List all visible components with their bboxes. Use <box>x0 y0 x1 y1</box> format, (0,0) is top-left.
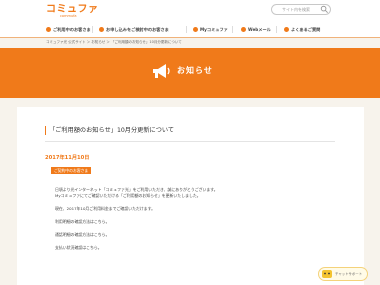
user-icon <box>46 27 51 32</box>
page-hero: お知らせ <box>0 48 380 98</box>
nav-label: Myコミュファ <box>200 27 228 32</box>
megaphone-icon <box>153 64 170 78</box>
nav-divider <box>92 26 93 33</box>
nav-label: Webメール <box>248 27 271 32</box>
divider <box>45 141 335 142</box>
search-icon[interactable] <box>320 5 329 14</box>
article-date: 2017年11月10日 <box>45 155 90 161</box>
link-usage-details[interactable]: 利用明細の確認方法はこちら。 <box>55 219 109 224</box>
article-title: 「ご利用額のお知らせ」10月分更新について <box>45 126 174 135</box>
chat-label: チャットサポート <box>335 272 363 276</box>
breadcrumb[interactable]: コミュファ光 公式サイト ＞ お知らせ ＞ 「ご利用額のお知らせ」10月分更新に… <box>46 40 182 45</box>
link-call-details[interactable]: 通話明細の確認方法はこちら。 <box>55 232 109 237</box>
body-line: 日頃より光インターネット「コミュファ光」をご利用いただき、誠にありがとうございま… <box>55 187 218 192</box>
logo-subtitle: commufa <box>60 14 77 18</box>
heart-icon <box>193 27 198 32</box>
article-panel: 「ご利用額のお知らせ」10月分更新について 2017年11月10日 ご契約中のお… <box>17 107 364 285</box>
main-nav: ご利用中のお客さま お申し込みをご検討中のお客さま Myコミュファ Webメール… <box>46 24 332 35</box>
nav-divider <box>232 26 233 33</box>
nav-divider <box>186 26 187 33</box>
mail-icon <box>241 27 246 32</box>
nav-label: ご利用中のお客さま <box>53 27 91 32</box>
chat-mascot-icon <box>322 270 332 278</box>
link-payment-status[interactable]: 支払い状況確認はこちら。 <box>55 245 102 250</box>
nav-underline <box>0 37 380 38</box>
nav-label: よくあるご質問 <box>291 27 321 32</box>
page-title: お知らせ <box>177 66 213 75</box>
question-icon <box>284 27 289 32</box>
document-icon <box>99 27 104 32</box>
body-line: Myコミュファにてご確認いただける「ご利用額のお知らせ」を更新いたしました。 <box>55 193 201 198</box>
category-badge: ご契約中のお客さま <box>51 167 92 174</box>
site-header: コミュファ commufa サイト内を検索 ご利用中のお客さま お申し込みをご検… <box>0 0 380 38</box>
nav-divider <box>276 26 277 33</box>
chat-support-button[interactable]: チャットサポート <box>318 267 368 281</box>
body-line: 現在、2017年10月ご利用料金までご確認いただけます。 <box>55 206 156 211</box>
nav-label: お申し込みをご検討中のお客さま <box>106 27 169 32</box>
